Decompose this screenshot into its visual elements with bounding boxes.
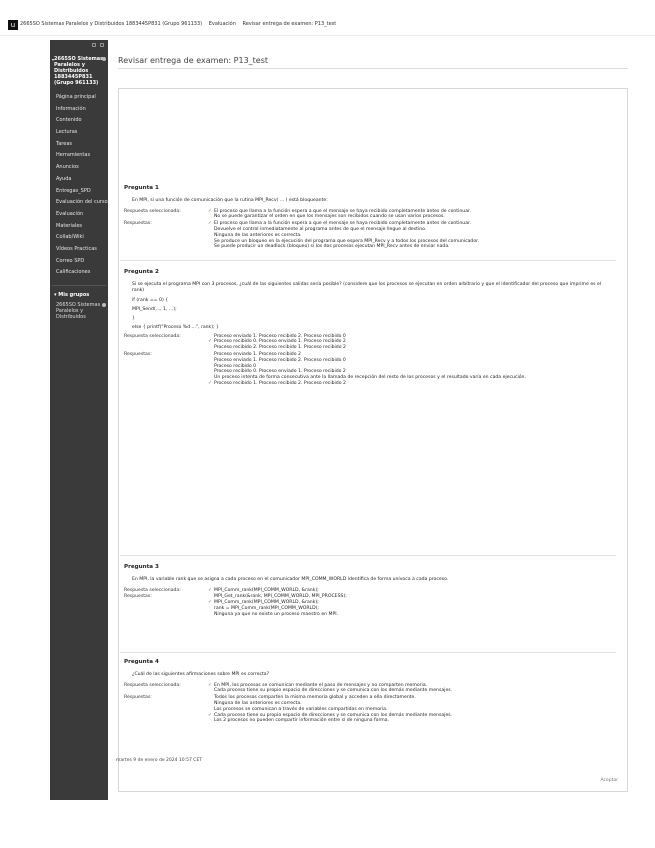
breadcrumb-course[interactable]: 2665SO Sistemas Paralelos y Distribuidos… [20, 21, 202, 27]
answers-label: Respuestas: [124, 221, 152, 227]
sidebar-divider [52, 285, 106, 286]
sidebar-item[interactable]: Calificaciones [50, 267, 108, 279]
main-content: Revisar entrega de examen: P13_test Preg… [112, 40, 628, 800]
sidebar-collapse-icon[interactable] [100, 43, 104, 47]
answer-option: Proceso recibido 2. Proceso recibido 1. … [208, 345, 614, 351]
breadcrumb: 2665SO Sistemas Paralelos y Distribuidos… [20, 21, 341, 27]
answers-row: Respuestas: ✓ El proceso que llama a la f… [124, 221, 614, 250]
option-text: Los 2 procesos no pueden compartir infor… [214, 718, 389, 724]
my-groups-heading[interactable]: ▾ Mis grupos [50, 290, 108, 300]
answers-row: Respuestas: Proceso enviado 1. Proceso r… [124, 352, 614, 387]
answer-option: Ninguna ya que no existe un proceso maes… [208, 612, 614, 618]
sidebar-item[interactable]: Vídeos Practicas [50, 244, 108, 256]
question-divider [120, 260, 616, 261]
question-title: Pregunta 3 [124, 564, 159, 570]
question-title: Pregunta 1 [124, 185, 159, 191]
top-navigation-bar: u 2665SO Sistemas Paralelos y Distribuid… [0, 0, 655, 36]
selected-answer-label: Respuesta seleccionada: [124, 208, 181, 214]
course-logo-icon[interactable]: u [8, 20, 18, 30]
title-divider [118, 68, 628, 69]
option-text: Proceso recibido 2. Proceso recibido 1. … [214, 345, 346, 351]
sidebar-item[interactable]: Anuncios [50, 162, 108, 174]
code-line: if (rank == 0) { [132, 298, 169, 304]
selected-answer-row: Respuesta seleccionada: ✓ MPI_Comm_rank(M… [124, 588, 614, 594]
question-title: Pregunta 2 [124, 269, 159, 275]
answers-row: Respuestas: MPI_Get_rank(&rank, MPI_COMM… [124, 594, 614, 617]
sidebar-group-item[interactable]: 2665SO Sistemas Paralelos y Distribuidos [50, 300, 108, 322]
sidebar-refresh-icon[interactable] [92, 43, 96, 47]
sidebar-item[interactable]: Contenido [50, 115, 108, 127]
option-text: Ninguna ya que no existe un proceso maes… [214, 611, 339, 617]
sidebar-item[interactable]: Herramientas [50, 150, 108, 162]
sidebar-item[interactable]: Página principal [50, 92, 108, 104]
sidebar-item[interactable]: Collab/Wiki [50, 232, 108, 244]
group-options-icon[interactable] [102, 303, 106, 307]
option-text: Proceso recibido 1. Proceso recibido 2. … [214, 380, 346, 386]
answers-label: Respuestas: [124, 695, 152, 701]
page-title: Revisar entrega de examen: P13_test [118, 56, 269, 65]
answer-option: Se puede producir un deadlock (bloqueo) … [208, 244, 614, 250]
selected-answer-row: Respuesta seleccionada: ✓ En MPI, los pro… [124, 683, 614, 695]
answers-row: Respuestas: Todos los procesos comparten… [124, 695, 614, 724]
group-name: 2665SO Sistemas Paralelos y Distribuidos [56, 302, 101, 320]
sidebar-item[interactable]: Entregas_SPD [50, 186, 108, 198]
sidebar-item[interactable]: Correo SPD [50, 256, 108, 268]
sidebar-item[interactable]: Tareas [50, 139, 108, 151]
sidebar-menu: Página principal Información Contenido L… [50, 92, 108, 279]
code-line: } [132, 315, 135, 321]
answers-label: Respuestas: [124, 594, 152, 600]
selected-answer-row: Respuesta seleccionada: Proceso enviado … [124, 334, 614, 351]
question-block: Pregunta 1 En MPI, si una función de com… [124, 185, 614, 251]
question-title: Pregunta 4 [124, 659, 159, 665]
answer-option: Cada proceso tiene su propio espacio de … [208, 688, 614, 694]
code-line: MPI_Send(..., 1, ...); [132, 307, 177, 313]
question-text: ¿Cuál de las siguientes afirmaciones sob… [132, 671, 270, 677]
question-text: En MPI, si una función de comunicación q… [132, 197, 328, 203]
option-text: No se puede garantizar el orden en que l… [214, 214, 445, 220]
selected-answer-row: Respuesta seleccionada: ✓ El proceso que … [124, 209, 614, 221]
answer-option: ✓ Proceso recibido 1. Proceso recibido 2.… [208, 381, 614, 387]
sidebar-course-title[interactable]: ▾ 2665SO Sistemas Paralelos y Distribuid… [50, 52, 108, 92]
question-text: Si se ejecuta el programa MPI con 3 proc… [132, 281, 602, 293]
my-groups-label: Mis grupos [58, 292, 90, 298]
question-divider [120, 555, 616, 556]
selected-answer-label: Respuesta seleccionada: [124, 587, 181, 593]
breadcrumb-evaluation[interactable]: Evaluación [209, 21, 236, 27]
answer-option: Los 2 procesos no pueden compartir infor… [208, 718, 614, 724]
sidebar-tools [50, 40, 108, 52]
course-sidebar: ▾ 2665SO Sistemas Paralelos y Distribuid… [50, 40, 108, 800]
course-options-icon[interactable] [102, 57, 106, 61]
question-block: Pregunta 4 ¿Cuál de las siguientes afirm… [124, 659, 614, 725]
question-text: En MPI, la variable rank que se asigna a… [132, 576, 449, 582]
selected-answer-label: Respuesta seleccionada: [124, 333, 181, 339]
question-block: Pregunta 3 En MPI, la variable rank que … [124, 564, 614, 619]
sidebar-item[interactable]: Evaluación del curso [50, 197, 108, 209]
sidebar-item[interactable]: Materiales [50, 221, 108, 233]
sidebar-item[interactable]: Ayuda [50, 174, 108, 186]
chevron-down-icon: ▾ [52, 57, 55, 62]
answer-option: ✓ MPI_Comm_rank(MPI_COMM_WORLD, &rank); [208, 588, 614, 594]
question-block: Pregunta 2 Si se ejecuta el programa MPI… [124, 269, 614, 388]
ok-button[interactable]: Aceptar [601, 778, 618, 783]
question-divider [120, 652, 616, 653]
option-text: Cada proceso tiene su propio espacio de … [214, 688, 453, 694]
breadcrumb-current: Revisar entrega de examen: P13_test [242, 21, 337, 27]
code-line: else { printf("Proceso %d ...", rank); } [132, 324, 219, 330]
course-name: 2665SO Sistemas Paralelos y Distribuidos… [54, 56, 104, 86]
answer-option: No se puede garantizar el orden en que l… [208, 214, 614, 220]
selected-answer-label: Respuesta seleccionada: [124, 682, 181, 688]
sidebar-item[interactable]: Evaluación [50, 209, 108, 221]
option-text: Se puede producir un deadlock (bloqueo) … [214, 244, 450, 250]
sidebar-item[interactable]: Información [50, 104, 108, 116]
option-text: MPI_Comm_rank(MPI_COMM_WORLD, &rank); [214, 587, 319, 593]
sidebar-item[interactable]: Lecturas [50, 127, 108, 139]
answers-label: Respuestas: [124, 351, 152, 357]
submission-timestamp: martes 9 de enero de 2024 10:57 CET [116, 758, 203, 763]
